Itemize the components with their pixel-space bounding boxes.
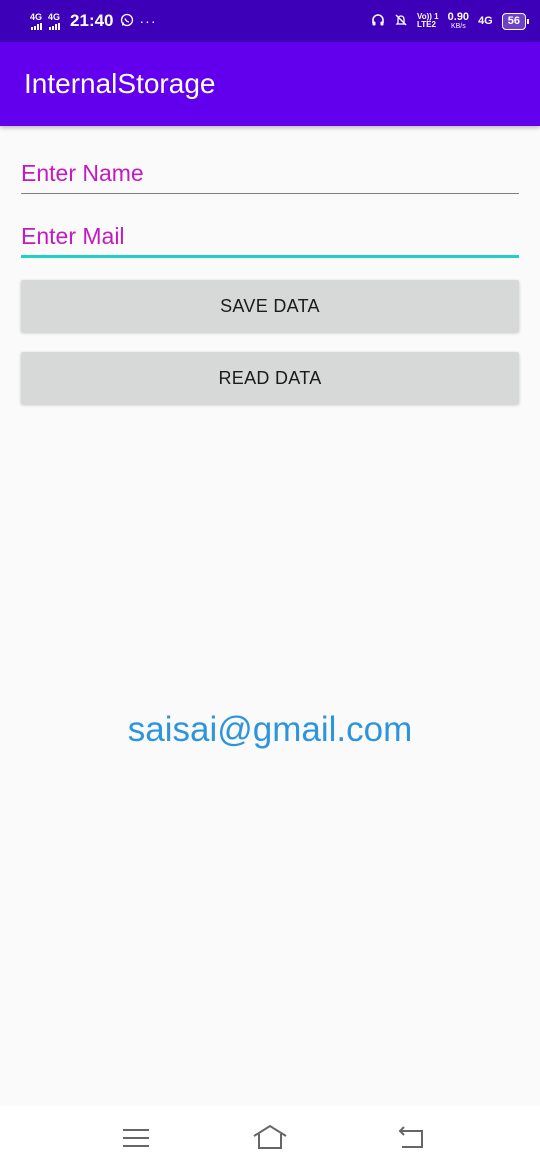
result-text: saisai@gmail.com [127, 710, 413, 749]
more-notifications-icon: ··· [139, 13, 157, 29]
back-icon[interactable] [394, 1122, 430, 1154]
signal-indicator-2: 4G [48, 11, 61, 30]
read-data-button[interactable]: READ DATA [21, 352, 519, 404]
status-left: 4G 4G 21:40 ··· [30, 11, 157, 31]
speed-unit: KB/s [450, 23, 466, 30]
name-input[interactable] [21, 154, 519, 193]
network-type-2: 4G [48, 11, 61, 22]
save-data-button[interactable]: SAVE DATA [21, 280, 519, 332]
speed-value: 0.90 [447, 11, 470, 23]
signal-icon [30, 22, 42, 30]
navigation-bar [0, 1106, 540, 1170]
app-bar: InternalStorage [0, 42, 540, 126]
network-type-3: 4G [478, 15, 493, 27]
volte-bottom: LTE2 [417, 20, 436, 29]
app-title: InternalStorage [24, 68, 216, 99]
volte-indicator: Vo)) 1 LTE2 [417, 13, 439, 29]
mail-input[interactable] [21, 218, 519, 255]
signal-indicator-1: 4G [30, 11, 43, 30]
network-speed: 0.90 KB/s [447, 11, 470, 31]
menu-icon[interactable] [118, 1122, 154, 1154]
mail-field[interactable] [21, 218, 519, 258]
home-icon[interactable] [252, 1122, 288, 1154]
whatsapp-icon [120, 13, 134, 30]
mute-icon [394, 13, 408, 30]
signal-icon [48, 22, 60, 30]
name-field[interactable] [21, 154, 519, 194]
status-bar: 4G 4G 21:40 ··· Vo)) 1 LTE2 0.90 KB/s 4G… [0, 0, 540, 42]
headphones-icon [371, 13, 385, 30]
status-time: 21:40 [70, 11, 114, 30]
status-right: Vo)) 1 LTE2 0.90 KB/s 4G 56 [371, 11, 530, 31]
network-type-1: 4G [30, 11, 43, 22]
battery-icon: 56 [501, 12, 530, 30]
